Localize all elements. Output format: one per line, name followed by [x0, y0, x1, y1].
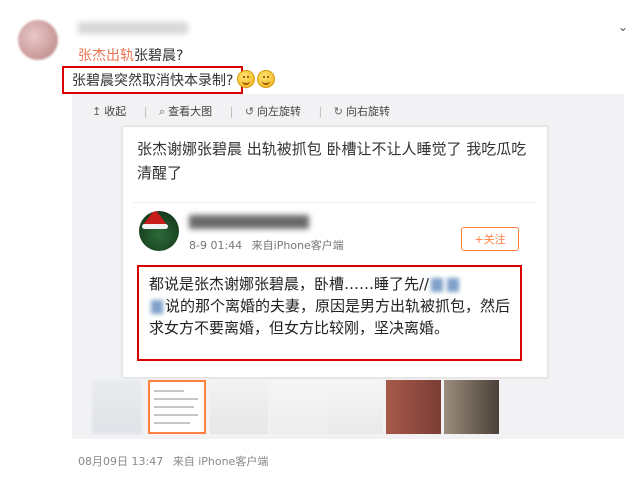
inner-meta: 8-9 01:44 来自iPhone客户端 [189, 237, 344, 253]
thumbnail[interactable] [328, 380, 383, 434]
follow-button[interactable]: +关注 [461, 227, 519, 251]
toolbar-divider: | [143, 105, 148, 118]
thumbnail-text-line [154, 390, 184, 392]
inner-text-part-2: 说的那个离婚的夫妻，原因是男方出轨被抓包，然后求女方不要离婚，但女方比较刚，坚决… [149, 297, 511, 337]
rotate-right-button[interactable]: ↻ 向右旋转 [334, 105, 390, 118]
smile-emoji-icon [237, 70, 255, 88]
post-source: 来自 iPhone客户端 [172, 455, 269, 468]
rotate-right-label: 向右旋转 [345, 105, 390, 118]
santa-hat-icon [143, 211, 167, 225]
repost-container: ↥ 收起 | ⌕ 查看大图 | ↺ 向左旋转 | ↻ 向右旋转 张杰谢娜张碧晨 出轨被抓… [72, 94, 624, 439]
blurred-mention [431, 277, 444, 292]
post-line-1-rest: 张碧晨? [134, 48, 184, 64]
thumbnail-photo[interactable] [444, 380, 499, 434]
chevron-down-icon[interactable]: ⌄ [614, 18, 632, 36]
toolbar-divider: | [229, 105, 234, 118]
post-line-2-highlighted: 张碧晨突然取消快本录制? [62, 66, 244, 94]
inner-source: 来自iPhone客户端 [251, 239, 344, 252]
thumbnail-selected[interactable] [148, 380, 206, 434]
search-icon: ⌕ [158, 105, 166, 118]
thumbnail[interactable] [92, 380, 142, 434]
blurred-mention [447, 277, 460, 292]
inner-text-part-1: 都说是张杰谢娜张碧晨，卧槽……睡了先// [149, 275, 430, 293]
top-bar [0, 0, 640, 18]
collapse-label: 收起 [104, 105, 127, 118]
inner-time: 8-9 01:44 [189, 239, 243, 252]
inner-avatar[interactable] [139, 211, 179, 251]
view-large-button[interactable]: ⌕ 查看大图 [159, 105, 212, 118]
thumbnail-text-line [154, 398, 198, 400]
embedded-post-text: 张杰谢娜张碧晨 出轨被抓包 卧槽让不让人睡觉了 我吃瓜吃清醒了 [137, 140, 527, 182]
rotate-left-label: 向左旋转 [257, 105, 302, 118]
rotate-left-icon: ↺ [244, 105, 255, 118]
collapse-icon: ↥ [92, 105, 102, 118]
post-topic-link[interactable]: 张杰出轨 [78, 48, 134, 64]
santa-hat-brim [142, 224, 168, 229]
smile-emoji-icon [257, 70, 275, 88]
rotate-right-icon: ↻ [333, 105, 343, 118]
post-footer: 08月09日 13:47 来自 iPhone客户端 [78, 453, 268, 469]
blurred-mention [151, 299, 163, 314]
image-toolbar: ↥ 收起 | ⌕ 查看大图 | ↺ 向左旋转 | ↻ 向右旋转 [92, 103, 404, 119]
thumbnail-photo[interactable] [386, 380, 441, 434]
thumbnail[interactable] [270, 380, 328, 434]
toolbar-divider: | [318, 105, 323, 118]
rotate-left-button[interactable]: ↺ 向左旋转 [245, 105, 301, 118]
view-large-label: 查看大图 [168, 105, 213, 118]
thumbnail-strip [92, 376, 612, 436]
embedded-repost: 8-9 01:44 来自iPhone客户端 +关注 都说是张杰谢娜张碧晨，卧槽…… [133, 202, 537, 371]
post-line-1: 张杰出轨张碧晨? [78, 45, 183, 65]
thumbnail[interactable] [210, 380, 268, 434]
thumbnail-text-line [154, 406, 194, 408]
post-date[interactable]: 08月09日 13:47 [78, 455, 163, 468]
avatar[interactable] [18, 20, 58, 60]
inner-text-highlighted: 都说是张杰谢娜张碧晨，卧槽……睡了先// 说的那个离婚的夫妻，原因是男方出轨被抓… [137, 265, 522, 361]
inner-username-blurred[interactable] [189, 215, 309, 229]
username-blurred[interactable] [78, 22, 188, 34]
post-line-2-text: 张碧晨突然取消快本录制? [72, 73, 234, 89]
collapse-button[interactable]: ↥ 收起 [92, 105, 126, 118]
thumbnail-text-line [154, 422, 190, 424]
thumbnail-text-line [154, 414, 198, 416]
screenshot-card[interactable]: 张杰谢娜张碧晨 出轨被抓包 卧槽让不让人睡觉了 我吃瓜吃清醒了 8-9 01:4… [122, 126, 548, 378]
